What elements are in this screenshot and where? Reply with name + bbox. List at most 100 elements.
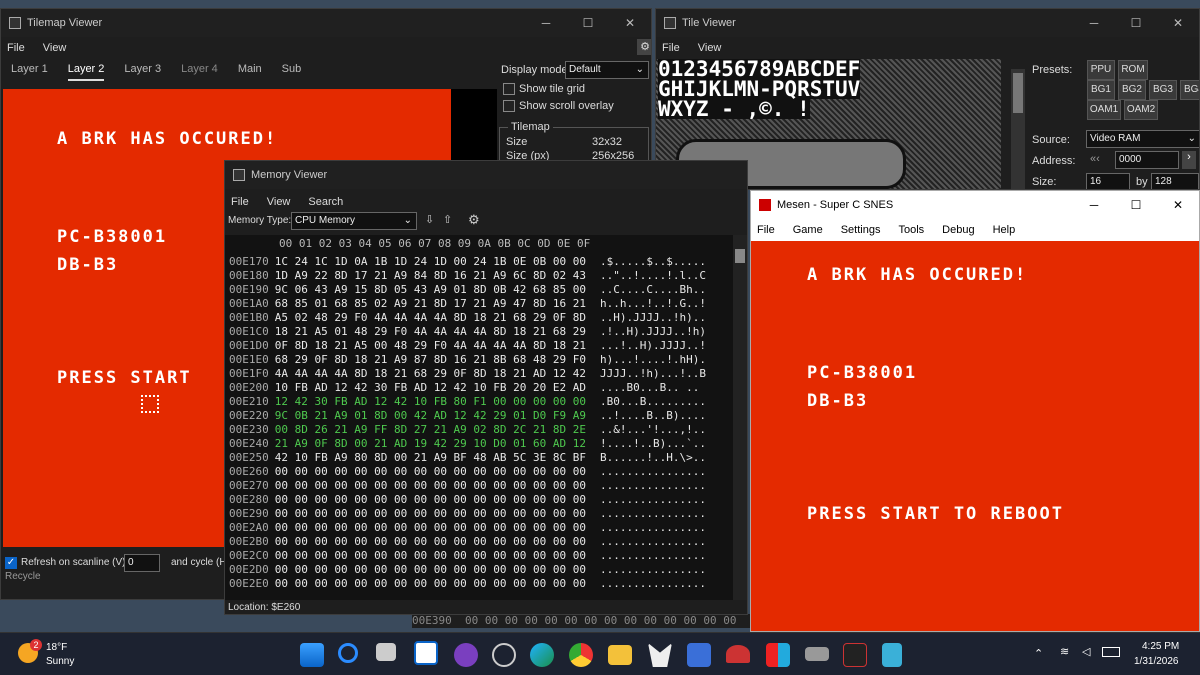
hex-bytes[interactable]: 0F 8D 18 21 A5 00 48 29 F0 4A 4A 4A 4A 8… xyxy=(275,339,586,352)
hex-ascii[interactable]: ................ xyxy=(600,577,706,590)
hex-bytes[interactable]: 00 8D 26 21 A9 FF 8D 27 21 A9 02 8D 2C 2… xyxy=(275,423,586,436)
hex-bytes[interactable]: 1D A9 22 8D 17 21 A9 84 8D 16 21 A9 6C 8… xyxy=(275,269,586,282)
memtype-select[interactable]: CPU Memory ⌄ xyxy=(291,212,417,230)
hex-ascii[interactable]: .B0...B......... xyxy=(600,395,706,408)
grid-app-icon[interactable] xyxy=(687,643,711,667)
preset-ppu-button[interactable]: PPU xyxy=(1087,60,1115,80)
hex-bytes[interactable]: 9C 0B 21 A9 01 8D 00 42 AD 12 42 29 01 D… xyxy=(275,409,586,422)
close-icon[interactable]: ✕ xyxy=(1157,16,1199,30)
hex-ascii[interactable]: ..H).JJJJ..!h).. xyxy=(600,311,706,324)
hex-ascii[interactable]: ................ xyxy=(600,535,706,548)
fox-icon[interactable] xyxy=(648,643,672,667)
menu-game[interactable]: Game xyxy=(793,224,823,236)
hex-bytes[interactable]: 00 00 00 00 00 00 00 00 00 00 00 00 00 0… xyxy=(275,493,586,506)
hex-bytes[interactable]: 00 00 00 00 00 00 00 00 00 00 00 00 00 0… xyxy=(275,563,586,576)
hex-ascii[interactable]: ................ xyxy=(600,549,706,562)
preset-bg2-button[interactable]: BG2 xyxy=(1118,80,1146,100)
minimize-icon[interactable]: ─ xyxy=(525,16,567,30)
gear-icon[interactable]: ⚙ xyxy=(468,212,480,228)
hex-ascii[interactable]: ..&!...'!...,!.. xyxy=(600,423,706,436)
hex-ascii[interactable]: B......!..H.\>.. xyxy=(600,451,706,464)
menu-view[interactable]: View xyxy=(698,42,722,54)
hex-bytes[interactable]: 68 29 0F 8D 18 21 A9 87 8D 16 21 8B 68 4… xyxy=(275,353,586,366)
hex-bytes[interactable]: 00 00 00 00 00 00 00 00 00 00 00 00 00 0… xyxy=(275,465,586,478)
tileviewer-titlebar[interactable]: Tile Viewer ─ ☐ ✕ xyxy=(656,9,1199,37)
hex-bytes[interactable]: 1C 24 1C 1D 0A 1B 1D 24 1D 00 24 1B 0E 0… xyxy=(275,255,586,268)
maximize-icon[interactable]: ☐ xyxy=(1115,198,1157,212)
clock-time[interactable]: 4:25 PM xyxy=(1142,641,1179,652)
address-next-icon[interactable]: › xyxy=(1182,151,1196,169)
source-select[interactable]: Video RAM ⌄ xyxy=(1086,130,1199,148)
volume-icon[interactable]: ◁ xyxy=(1082,645,1090,658)
hex-bytes[interactable]: 21 A9 0F 8D 00 21 AD 19 42 29 10 D0 01 6… xyxy=(275,437,586,450)
hex-ascii[interactable]: ................ xyxy=(600,465,706,478)
hex-bytes[interactable]: 10 FB AD 12 42 30 FB AD 12 42 10 FB 20 2… xyxy=(275,381,586,394)
hex-ascii[interactable]: h..h...!..!.G..! xyxy=(600,297,706,310)
preset-bg1-button[interactable]: BG1 xyxy=(1087,80,1115,100)
show-scroll-overlay-checkbox[interactable]: Show scroll overlay xyxy=(503,100,614,113)
game-screen[interactable]: A BRK HAS OCCURED! PC-B38001 DB-B3 PRESS… xyxy=(751,241,1199,631)
hex-bytes[interactable]: 00 00 00 00 00 00 00 00 00 00 00 00 00 0… xyxy=(275,577,586,590)
tilemap-titlebar[interactable]: Tilemap Viewer ─ ☐ ✕ xyxy=(1,9,651,37)
menu-file[interactable]: File xyxy=(757,224,775,236)
menu-view[interactable]: View xyxy=(43,42,67,54)
hex-bytes[interactable]: 18 21 A5 01 48 29 F0 4A 4A 4A 4A 8D 18 2… xyxy=(275,325,586,338)
preset-rom-button[interactable]: ROM xyxy=(1118,60,1148,80)
menu-file[interactable]: File xyxy=(231,196,249,208)
file-explorer-icon[interactable] xyxy=(608,645,632,665)
minimize-icon[interactable]: ─ xyxy=(1073,16,1115,30)
minimize-icon[interactable]: ─ xyxy=(1073,198,1115,212)
edge-icon[interactable] xyxy=(530,643,554,667)
export-icon[interactable]: ⇧ xyxy=(443,213,452,226)
menu-settings[interactable]: Settings xyxy=(841,224,881,236)
preset-oam1-button[interactable]: OAM1 xyxy=(1087,100,1121,120)
windows-start-icon[interactable] xyxy=(300,643,324,667)
switch-icon[interactable] xyxy=(766,643,790,667)
preset-bg3-button[interactable]: BG3 xyxy=(1149,80,1177,100)
tile-scrollbar[interactable] xyxy=(1011,69,1025,189)
hex-bytes[interactable]: 00 00 00 00 00 00 00 00 00 00 00 00 00 0… xyxy=(275,507,586,520)
hex-editor[interactable]: 00 01 02 03 04 05 06 07 08 09 0A 0B 0C 0… xyxy=(225,235,733,600)
menu-view[interactable]: View xyxy=(267,196,291,208)
hex-ascii[interactable]: ................ xyxy=(600,493,706,506)
hex-bytes[interactable]: 9C 06 43 A9 15 8D 05 43 A9 01 8D 0B 42 6… xyxy=(275,283,586,296)
hex-ascii[interactable]: ................ xyxy=(600,507,706,520)
search-icon[interactable] xyxy=(338,643,358,663)
hex-bytes[interactable]: 42 10 FB A9 80 8D 00 21 A9 BF 48 AB 5C 3… xyxy=(275,451,586,464)
memory-titlebar[interactable]: Memory Viewer ─ xyxy=(225,161,747,189)
menu-tools[interactable]: Tools xyxy=(898,224,924,236)
hex-ascii[interactable]: h)...!....!.hH). xyxy=(600,353,706,366)
menu-help[interactable]: Help xyxy=(993,224,1016,236)
hex-bytes[interactable]: 68 85 01 68 85 02 A9 21 8D 17 21 A9 47 8… xyxy=(275,297,586,310)
hex-bytes[interactable]: 00 00 00 00 00 00 00 00 00 00 00 00 00 0… xyxy=(275,521,586,534)
hex-ascii[interactable]: ................ xyxy=(600,563,706,576)
chrome-icon[interactable] xyxy=(569,643,593,667)
hex-ascii[interactable]: .!..H).JJJJ..!h) xyxy=(600,325,706,338)
hex-ascii[interactable]: ................ xyxy=(600,479,706,492)
tile-size-input[interactable]: 16 xyxy=(1086,173,1130,189)
maximize-icon[interactable]: ☐ xyxy=(1115,16,1157,30)
show-tile-grid-checkbox[interactable]: Show tile grid xyxy=(503,83,585,96)
hex-ascii[interactable]: ...!..H).JJJJ..! xyxy=(600,339,706,352)
address-prev-icon[interactable]: «‹ xyxy=(1090,153,1100,165)
hex-ascii[interactable]: !....!..B)...`.. xyxy=(600,437,706,450)
hex-ascii[interactable]: ..!....B..B).... xyxy=(600,409,706,422)
obs-icon[interactable] xyxy=(492,643,516,667)
hex-ascii[interactable]: ................ xyxy=(600,521,706,534)
task-view-icon[interactable] xyxy=(376,643,396,661)
notepad-icon[interactable] xyxy=(882,643,902,667)
flex-app-icon[interactable] xyxy=(843,643,867,667)
battery-icon[interactable] xyxy=(1102,647,1120,657)
mesen-debug-icon[interactable] xyxy=(414,641,438,665)
emulator-icon[interactable] xyxy=(454,643,478,667)
hex-ascii[interactable]: .."..!....!.l..C xyxy=(600,269,706,282)
chevron-up-icon[interactable]: ⌃ xyxy=(1034,647,1043,660)
gear-icon[interactable]: ⚙ xyxy=(637,39,651,55)
hex-ascii[interactable]: JJJJ..!h)...!..B xyxy=(600,367,706,380)
hex-ascii[interactable]: ..C....C....Bh.. xyxy=(600,283,706,296)
scanline-input[interactable]: 0 xyxy=(124,554,160,572)
hex-scrollbar[interactable] xyxy=(733,235,747,600)
hex-bytes[interactable]: A5 02 48 29 F0 4A 4A 4A 4A 8D 18 21 68 2… xyxy=(275,311,586,324)
tab-main[interactable]: Main xyxy=(238,63,262,81)
tab-layer-2[interactable]: Layer 2 xyxy=(67,63,105,81)
